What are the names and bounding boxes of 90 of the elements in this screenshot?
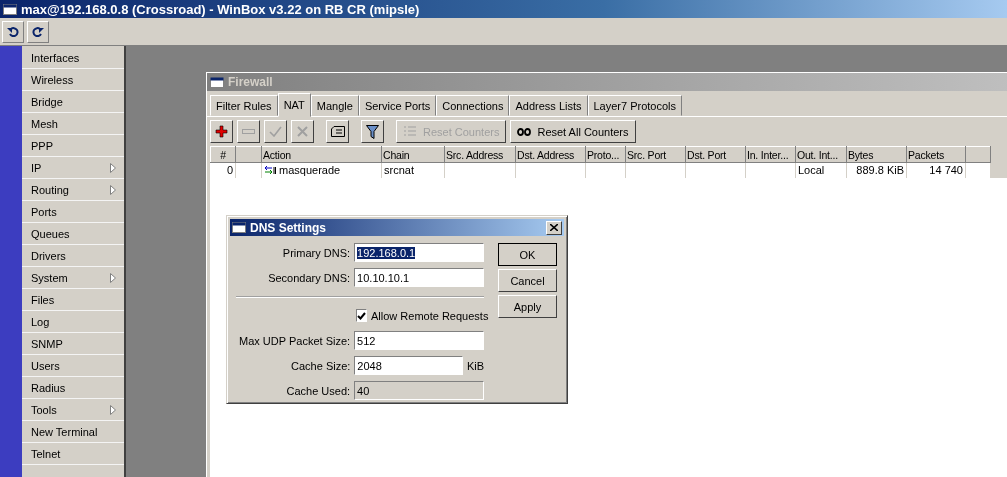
menu-item[interactable]: Mesh [22, 113, 124, 135]
readonly-field: 40 [354, 381, 484, 400]
submenu-arrow-icon [110, 162, 116, 173]
menu-item[interactable]: Users [22, 355, 124, 377]
column-header[interactable]: Action [261, 146, 382, 163]
submenu-arrow-icon [110, 272, 116, 283]
tab[interactable]: Layer7 Protocols [587, 95, 683, 116]
tab[interactable]: Connections [436, 95, 510, 116]
unit-label: KiB [466, 359, 484, 372]
column-header[interactable]: Out. Int... [795, 146, 847, 163]
menu-item[interactable]: New Terminal [22, 421, 124, 443]
field-label: Primary DNS: [281, 246, 351, 259]
column-header[interactable]: # [210, 146, 236, 163]
arrows-icon [264, 165, 276, 175]
menu-item[interactable]: Bridge [22, 91, 124, 113]
submenu-arrow-icon [110, 404, 116, 415]
column-header[interactable]: In. Inter... [745, 146, 796, 163]
list-icon [403, 126, 417, 137]
tab[interactable]: NAT [277, 93, 311, 117]
menu-item[interactable]: Tools [22, 399, 124, 421]
zeros-icon [517, 127, 532, 136]
menu-item[interactable]: Files [22, 289, 124, 311]
table-cell: masquerade [264, 164, 341, 176]
column-header[interactable]: Chain [381, 146, 445, 163]
input-field[interactable]: 192.168.0.1 [354, 243, 484, 262]
menu-item[interactable]: Ports [22, 201, 124, 223]
menu-item[interactable]: Drivers [22, 245, 124, 267]
dialog-button[interactable]: Apply [498, 295, 557, 318]
menu-item[interactable]: Interfaces [22, 47, 124, 69]
table-cell: 889.8 KiB [856, 164, 904, 177]
undo-button[interactable] [2, 20, 24, 43]
window-icon [3, 3, 17, 15]
note-icon [330, 126, 345, 137]
check-icon [269, 126, 282, 137]
close-icon [550, 224, 558, 231]
window-icon [232, 222, 246, 233]
menu-item[interactable]: Queues [22, 223, 124, 245]
window-title: max@192.168.0.8 (Crossroad) - WinBox v3.22 on RB CR (mipsle) [21, 1, 420, 17]
column-header[interactable] [235, 146, 262, 163]
menu-item[interactable]: IP [22, 157, 124, 179]
checkbox-label: Allow Remote Requests [371, 309, 489, 322]
menu-item[interactable]: System [22, 267, 124, 289]
column-header[interactable]: Proto... [585, 146, 626, 163]
tab[interactable]: Address Lists [509, 95, 588, 116]
undo-icon [7, 26, 19, 37]
column-header[interactable]: Dst. Address [515, 146, 586, 163]
field-label: Max UDP Packet Size: [238, 334, 351, 347]
field-label: Cache Size: [290, 359, 351, 372]
table-cell: srcnat [384, 164, 414, 177]
column-header[interactable]: Src. Port [625, 146, 686, 163]
toolbar-button[interactable] [210, 120, 233, 143]
menu-item[interactable]: PPP [22, 135, 124, 157]
tab[interactable]: Mangle [310, 95, 359, 116]
filter-icon [366, 124, 379, 139]
plus-icon [215, 125, 228, 138]
input-field[interactable]: 512 [354, 331, 484, 350]
menu-item[interactable]: Wireless [22, 69, 124, 91]
table-cell: 14 740 [929, 164, 963, 177]
menu-item[interactable]: Radius [22, 377, 124, 399]
menu-item[interactable]: Log [22, 311, 124, 333]
menu-item[interactable]: Telnet [22, 443, 124, 465]
column-header[interactable]: Src. Address [444, 146, 516, 163]
cross-icon [297, 126, 308, 137]
menu-item[interactable]: Routing [22, 179, 124, 201]
input-field[interactable]: 2048 [354, 356, 463, 375]
redo-icon [32, 26, 44, 37]
reset-button[interactable]: Reset All Counters [510, 120, 636, 143]
submenu-arrow-icon [110, 184, 116, 195]
column-header[interactable]: Packets [906, 146, 966, 163]
redo-button[interactable] [27, 20, 49, 43]
table-cell: Local [798, 164, 825, 177]
toolbar-button[interactable] [361, 120, 384, 143]
dialog-title: DNS Settings [250, 220, 327, 235]
firewall-title: Firewall [228, 75, 273, 89]
toolbar-button[interactable] [326, 120, 349, 143]
dialog-button[interactable]: Cancel [498, 269, 557, 292]
close-button[interactable] [546, 220, 562, 235]
window-icon [210, 76, 224, 88]
field-label: Cache Used: [285, 384, 351, 397]
checkbox[interactable] [356, 309, 367, 322]
table-cell: 0 [226, 164, 233, 177]
column-header[interactable]: Bytes [846, 146, 907, 163]
tab[interactable]: Filter Rules [210, 95, 278, 116]
input-field[interactable]: 10.10.10.1 [354, 268, 484, 287]
minus-icon [242, 129, 255, 134]
menu-item[interactable]: SNMP [22, 333, 124, 355]
column-header[interactable]: Dst. Port [685, 146, 746, 163]
dialog-button[interactable]: OK [498, 243, 557, 266]
tab[interactable]: Service Ports [358, 95, 437, 116]
field-label: Secondary DNS: [267, 271, 351, 284]
